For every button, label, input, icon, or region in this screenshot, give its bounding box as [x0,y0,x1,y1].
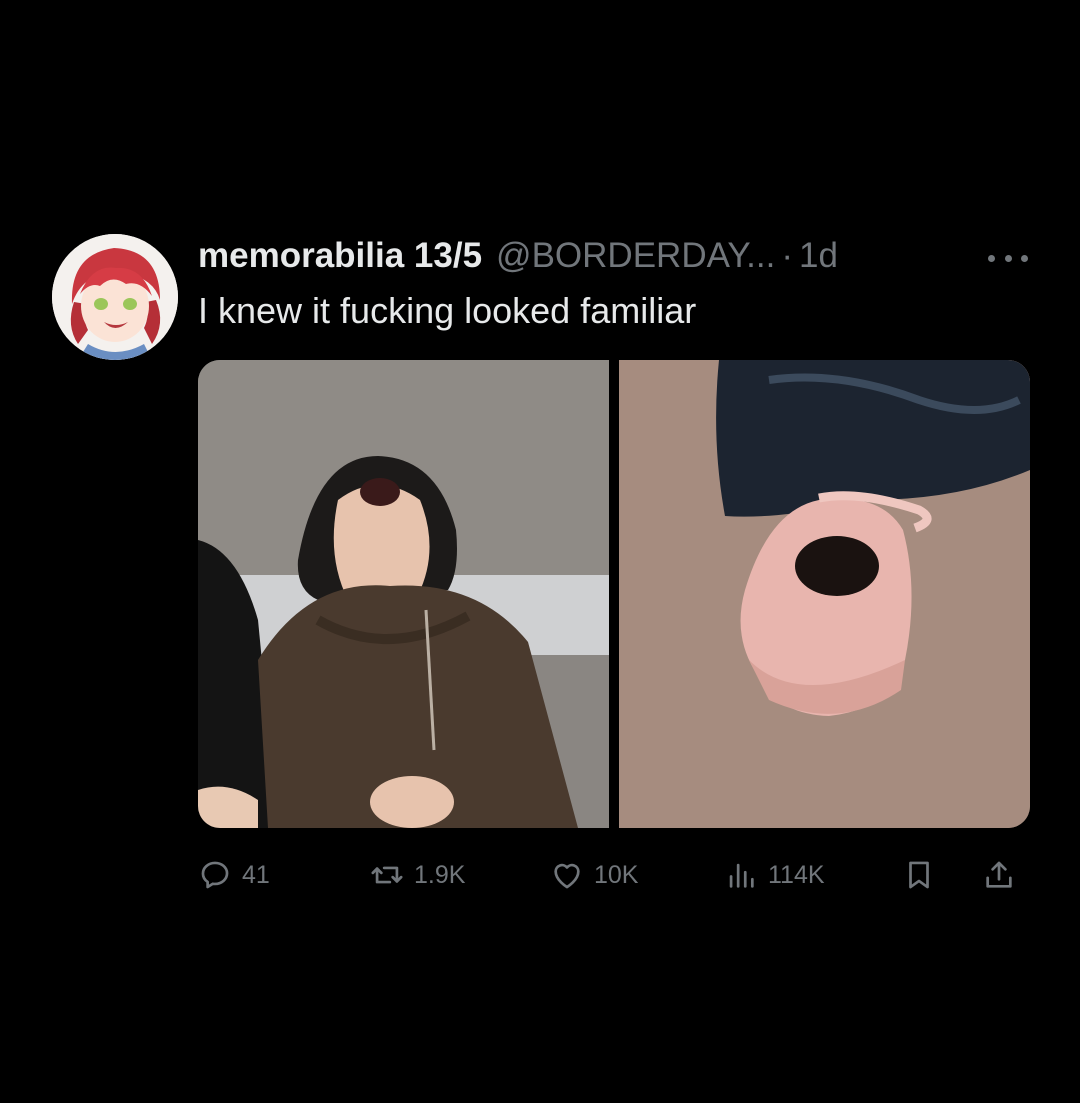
separator-dot: · [781,236,794,275]
tweet-text: I knew it fucking looked familiar [198,290,697,331]
action-bar: 41 1.9K 10K 114K [198,852,1030,898]
media-grid [198,360,1030,828]
share-button[interactable] [982,852,1016,898]
share-icon [986,861,1012,888]
tweet: memorabilia 13/5 @BORDERDAY... · 1d I kn… [0,0,1080,1103]
reply-count: 41 [242,860,270,889]
timestamp[interactable]: 1d [799,236,838,276]
heart-icon [554,863,580,889]
avatar[interactable] [52,234,178,360]
tweet-header: memorabilia 13/5 @BORDERDAY... · 1d [198,234,838,278]
views-count: 114K [768,860,825,889]
like-count: 10K [594,860,639,889]
photo-laughing-person [198,360,609,828]
more-dot [988,254,995,262]
bookmark-icon [909,861,929,889]
reply-button[interactable]: 41 [198,852,270,898]
more-dot [1004,254,1012,262]
user-handle[interactable]: @BORDERDAY... [496,236,775,276]
more-dot [1021,254,1028,262]
avatar-image [52,234,178,360]
like-button[interactable]: 10K [550,852,638,898]
views-chart-icon [729,863,754,888]
repost-button[interactable]: 1.9K [370,852,465,898]
views-button[interactable]: 114K [724,852,825,898]
reply-icon [201,861,229,889]
more-horizontal-icon[interactable] [988,248,1028,268]
repost-icon [371,866,403,884]
media-photo-pink-sneaker[interactable] [619,360,1030,828]
bookmark-button[interactable] [902,852,936,898]
display-name[interactable]: memorabilia 13/5 [198,236,482,276]
media-photo-laughing-person[interactable] [198,360,609,828]
photo-pink-sneaker [619,360,1030,828]
repost-count: 1.9K [414,860,466,889]
